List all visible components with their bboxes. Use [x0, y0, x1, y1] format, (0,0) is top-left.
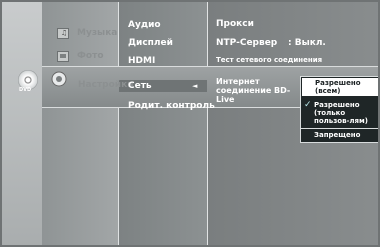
checkmark-icon: ✓ — [304, 100, 312, 110]
main-menu-item-music[interactable]: Музыка — [77, 28, 117, 38]
network-item-bdlive[interactable]: Интернет соединение BD-Live — [216, 77, 298, 104]
settings-item-audio[interactable]: Аудио — [128, 20, 161, 30]
settings-item-parental-control[interactable]: Родит. контроль — [128, 101, 215, 111]
bdlive-option-prohibited[interactable]: Запрещено — [301, 128, 380, 142]
bd-player-settings-screen: DVD ♫ Музыка Фото Настройки Аудио Диспле… — [0, 0, 380, 247]
network-item-ntp-label[interactable]: NTP-Сервер — [216, 38, 277, 48]
settings-item-network[interactable]: Сеть — [128, 81, 152, 91]
network-item-proxy[interactable]: Прокси — [216, 19, 254, 29]
music-icon: ♫ — [57, 28, 69, 39]
bdlive-option-allowed-valid-only[interactable]: ✓ Разрешено (только пользов-лям) — [301, 97, 380, 128]
photo-icon — [57, 51, 69, 62]
network-item-ntp-value: : Выкл. — [288, 38, 326, 48]
main-menu-item-settings[interactable]: Настройки — [78, 80, 134, 90]
dvd-label: DVD — [19, 87, 32, 93]
bdlive-option-allowed-all[interactable]: Разрешено (всем) — [302, 78, 380, 96]
settings-item-hdmi[interactable]: HDMI — [128, 56, 155, 66]
dvd-disc-icon: DVD — [18, 70, 38, 93]
main-menu-item-photo[interactable]: Фото — [77, 51, 104, 61]
settings-gear-icon — [50, 70, 68, 88]
settings-item-display[interactable]: Дисплей — [128, 38, 173, 48]
bdlive-options-popup: Разрешено (всем) ✓ Разрешено (только пол… — [300, 76, 380, 143]
network-item-connection-test[interactable]: Тест сетевого соединения — [216, 56, 322, 64]
network-submenu-arrow-icon: ◄ — [192, 82, 198, 90]
